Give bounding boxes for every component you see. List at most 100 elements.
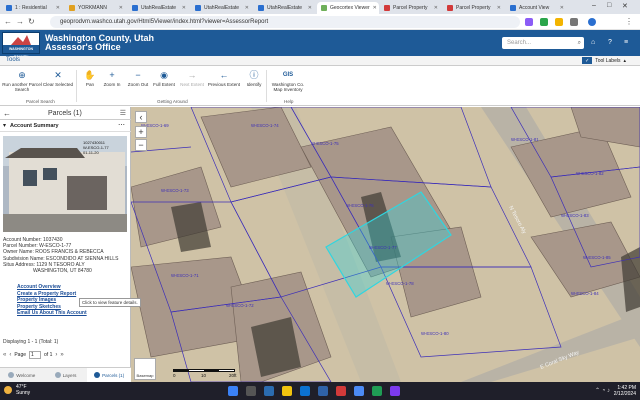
reload-icon[interactable]: ↻	[28, 17, 35, 26]
browser-tab[interactable]: Account View ✕	[506, 2, 568, 14]
help-icon[interactable]: ?	[608, 39, 612, 46]
browser-tab[interactable]: YORKMANN ✕	[65, 2, 127, 14]
panel-title: Parcels (1)	[48, 110, 82, 117]
browser-tab-strip: 1 : Residential ✕ YORKMANN ✕ UtahRealEstate ✕…	[0, 0, 640, 14]
tab-close-icon[interactable]: ✕	[245, 5, 249, 11]
zoom-out-icon[interactable]: −	[135, 139, 147, 151]
tab-label: UtahRealEstate	[267, 5, 303, 11]
chevron-down-icon[interactable]: ▾	[3, 122, 6, 129]
minimize-icon[interactable]: –	[592, 2, 596, 9]
basemap-button[interactable]: Basemap	[134, 358, 156, 380]
scale-label: 10	[201, 373, 207, 378]
tab-close-icon[interactable]: ✕	[56, 5, 60, 11]
first-page-icon[interactable]: «	[3, 352, 6, 358]
tab-layers[interactable]: Layers	[44, 368, 88, 382]
clock[interactable]: 1:42 PM 2/12/2024	[614, 385, 636, 397]
outlook-icon[interactable]	[300, 386, 310, 396]
page-label: Page	[14, 352, 27, 358]
menu-icon[interactable]: ≡	[624, 39, 628, 46]
extension-icon[interactable]	[540, 18, 548, 26]
tab-close-icon[interactable]: ✕	[182, 5, 186, 11]
extensions-puzzle-icon[interactable]	[570, 18, 578, 26]
browser-tab[interactable]: Parcel Property ✕	[380, 2, 442, 14]
map-canvas[interactable]: W-ESCO-1-77 W-ESCO-1-76 W-ESCO-1-78 W-ES…	[131, 107, 640, 382]
tab-label: Parcels (1)	[102, 372, 125, 378]
account-links: Account Overview Create a Property Repor…	[17, 284, 87, 317]
page-of-label: of 1	[44, 352, 53, 358]
tab-label: Layers	[62, 372, 77, 378]
app-icon[interactable]	[390, 386, 400, 396]
zoom-in-icon[interactable]: +	[135, 126, 147, 138]
parcel-label: W-ESCO-1-78	[386, 281, 414, 286]
tab-favicon-icon	[384, 5, 390, 11]
tool-labels-toggle[interactable]: ✓ Tool Labels ▴	[582, 57, 626, 64]
account-overview-link[interactable]: Account Overview	[17, 284, 87, 291]
tab-close-icon[interactable]: ✕	[434, 5, 438, 11]
collapse-icon[interactable]: ▴	[623, 58, 626, 64]
tool-labels-label: Tool Labels	[595, 57, 621, 64]
extension-icon[interactable]	[525, 18, 533, 26]
tab-welcome[interactable]: Welcome	[0, 368, 44, 382]
browser-tab[interactable]: UtahRealEstate ✕	[128, 2, 190, 14]
search-icon[interactable]	[246, 386, 256, 396]
browser-tab[interactable]: UtahRealEstate ✕	[254, 2, 316, 14]
app-title: Washington County, Utah Assessor's Offic…	[45, 34, 154, 52]
system-tray[interactable]: ⌃ ◔ ♪	[595, 387, 610, 394]
search-input[interactable]: Search... ⌕	[502, 37, 584, 49]
collapse-panel-icon[interactable]: ‹	[135, 111, 147, 123]
back-arrow-icon[interactable]: ←	[3, 109, 11, 118]
tooltip: Click to view feature details.	[79, 298, 141, 307]
list-menu-icon[interactable]: ☰	[120, 109, 126, 117]
tab-close-icon[interactable]: ✕	[373, 5, 377, 11]
word-icon[interactable]	[318, 386, 328, 396]
welcome-icon	[8, 372, 15, 378]
app-icon[interactable]	[336, 386, 346, 396]
account-summary-header[interactable]: ▾ Account Summary ⋯	[0, 121, 131, 132]
scale-label: 20ft	[229, 373, 237, 378]
chrome-icon[interactable]	[354, 386, 364, 396]
map-inventory-button[interactable]: GIS Washington Co. Map Inventory	[268, 70, 308, 92]
app-icon[interactable]	[372, 386, 382, 396]
tab-parcels[interactable]: Parcels (1)	[87, 368, 132, 382]
prev-page-icon[interactable]: ‹	[9, 352, 11, 358]
logo-mountain-shape	[11, 35, 31, 45]
tab-close-icon[interactable]: ✕	[308, 5, 312, 11]
browser-tab[interactable]: Parcel Property ✕	[443, 2, 505, 14]
property-report-link[interactable]: Create a Property Report	[17, 291, 87, 298]
tool-label: Run another Parcel Search	[2, 82, 42, 92]
forward-arrow-icon[interactable]: →	[16, 17, 24, 26]
tab-close-icon[interactable]: ✕	[119, 5, 123, 11]
back-arrow-icon[interactable]: ←	[4, 17, 12, 26]
browser-tab[interactable]: 1 : Residential ✕	[2, 2, 64, 14]
property-photo[interactable]: 1027430011 W-ESCO-1-77 01-11-20	[3, 136, 127, 232]
kebab-menu-icon[interactable]: ⋮	[625, 17, 633, 26]
tab-close-icon[interactable]: ✕	[560, 5, 564, 11]
maximize-icon[interactable]: □	[607, 2, 611, 9]
next-page-icon[interactable]: ›	[55, 352, 57, 358]
url-input[interactable]: geoprodvm.washco.utah.gov/Html5Viewer/in…	[50, 16, 520, 28]
mail-icon[interactable]	[264, 386, 274, 396]
profile-avatar[interactable]	[588, 18, 596, 26]
email-account-link[interactable]: Email Us About This Account	[17, 310, 87, 317]
browser-tab[interactable]: UtahRealEstate ✕	[191, 2, 253, 14]
property-sketches-link[interactable]: Property Sketches	[17, 304, 87, 311]
home-icon[interactable]: ⌂	[591, 39, 595, 46]
extension-icon[interactable]	[555, 18, 563, 26]
more-options-icon[interactable]: ⋯	[118, 121, 125, 129]
checkbox-icon[interactable]: ✓	[582, 57, 593, 64]
tab-tools[interactable]: Tools	[6, 57, 20, 63]
parcel-search-button[interactable]: ⊕ Run another Parcel Search	[2, 70, 42, 92]
map-view[interactable]: W-ESCO-1-77 W-ESCO-1-76 W-ESCO-1-78 W-ES…	[131, 107, 640, 382]
property-images-link[interactable]: Property Images	[17, 297, 87, 304]
tab-close-icon[interactable]: ✕	[497, 5, 501, 11]
search-placeholder: Search...	[507, 40, 532, 46]
windows-start-icon[interactable]	[228, 386, 238, 396]
page-select[interactable]: 1	[29, 351, 42, 359]
search-icon[interactable]: ⌕	[578, 37, 581, 49]
parcel-label: W-ESCO-1-72	[226, 303, 254, 308]
close-window-icon[interactable]: ✕	[622, 2, 628, 10]
last-page-icon[interactable]: »	[60, 352, 63, 358]
situs-city: WASHINGTON, UT 84780	[33, 268, 92, 275]
file-explorer-icon[interactable]	[282, 386, 292, 396]
browser-tab[interactable]: Geocortex Viewer ✕	[317, 2, 379, 14]
